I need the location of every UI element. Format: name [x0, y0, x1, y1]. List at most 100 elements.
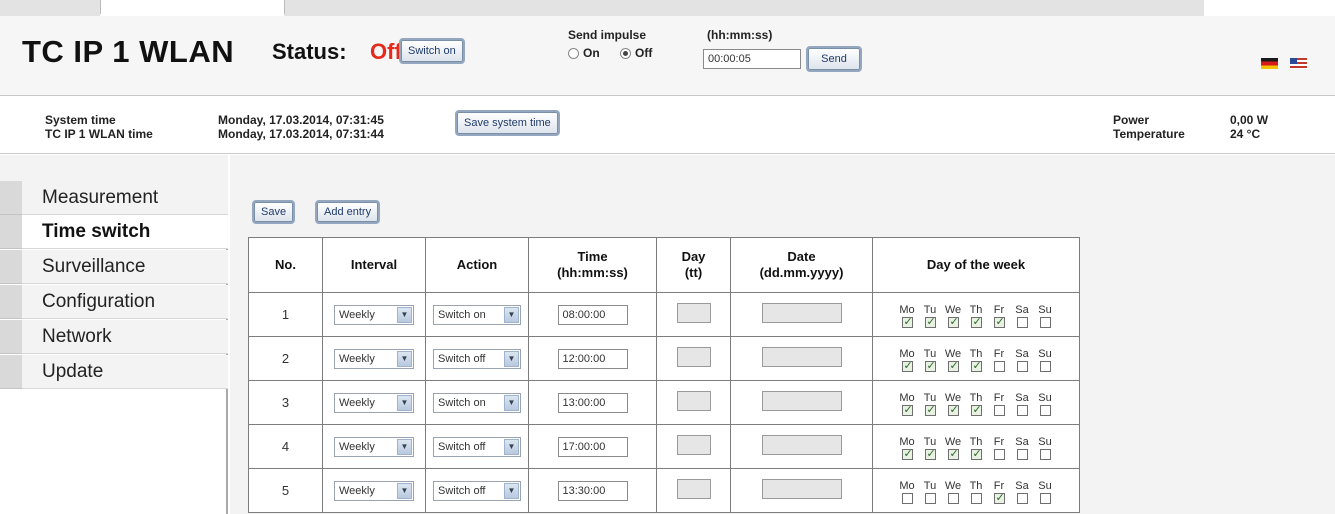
sidebar-item-measurement[interactable]: Measurement: [22, 181, 228, 215]
cell-no: 5: [248, 468, 323, 513]
weekday-checkbox[interactable]: [993, 315, 1005, 328]
day-input[interactable]: [676, 391, 711, 411]
date-input[interactable]: [761, 479, 842, 499]
chevron-down-icon[interactable]: ▼: [397, 394, 412, 411]
send-button[interactable]: Send: [806, 46, 862, 72]
cell-no: 3: [248, 380, 323, 425]
temperature-label: Temperature: [1113, 127, 1185, 141]
chevron-down-icon[interactable]: ▼: [504, 306, 519, 323]
weekday-checkbox[interactable]: [1039, 449, 1051, 460]
interval-select[interactable]: Weekly ▼: [334, 480, 414, 501]
date-input[interactable]: [761, 435, 842, 455]
day-input[interactable]: [676, 435, 711, 455]
weekday-checkbox[interactable]: [924, 493, 936, 504]
radio-checked-icon[interactable]: [620, 47, 631, 59]
weekday-checkbox[interactable]: [993, 491, 1005, 504]
weekday-checkbox[interactable]: [1016, 449, 1028, 460]
weekday-checkbox[interactable]: [947, 447, 959, 460]
weekday-checkbox[interactable]: [1016, 361, 1028, 372]
interval-select[interactable]: Weekly ▼: [334, 436, 414, 457]
chevron-down-icon[interactable]: ▼: [504, 350, 519, 367]
time-input[interactable]: 13:00:00: [557, 392, 628, 413]
time-input[interactable]: 17:00:00: [557, 436, 628, 457]
weekday-checkbox[interactable]: [993, 361, 1005, 372]
action-select[interactable]: Switch off ▼: [433, 480, 521, 501]
weekday-checkbox[interactable]: [901, 447, 913, 460]
weekday-checkbox[interactable]: [1016, 405, 1028, 416]
add-entry-button[interactable]: Add entry: [314, 200, 381, 224]
date-input[interactable]: [761, 391, 842, 411]
chevron-down-icon[interactable]: ▼: [397, 350, 412, 367]
weekday-label: Mo: [899, 480, 915, 492]
weekday-checkbox[interactable]: [947, 359, 959, 372]
cell-day: [656, 424, 731, 469]
interval-select[interactable]: Weekly ▼: [334, 392, 414, 413]
weekday-label: Tu: [923, 480, 937, 492]
weekday-checkbox[interactable]: [1039, 317, 1051, 328]
impulse-on-radio[interactable]: On: [568, 46, 600, 60]
chevron-down-icon[interactable]: ▼: [504, 394, 519, 411]
cell-time: 08:00:00: [528, 292, 657, 337]
sidebar-item-network[interactable]: Network: [22, 320, 228, 354]
us-flag-icon[interactable]: [1290, 58, 1307, 69]
interval-select[interactable]: Weekly ▼: [334, 348, 414, 369]
impulse-off-radio[interactable]: Off: [620, 46, 652, 60]
weekday-checkbox[interactable]: [947, 403, 959, 416]
weekday-checkbox[interactable]: [1039, 493, 1051, 504]
interval-select[interactable]: Weekly ▼: [334, 304, 414, 325]
chevron-down-icon[interactable]: ▼: [397, 482, 412, 499]
impulse-time-input[interactable]: 00:00:05: [703, 49, 801, 69]
weekday-checkbox[interactable]: [924, 403, 936, 416]
day-input[interactable]: [676, 303, 711, 323]
chevron-down-icon[interactable]: ▼: [504, 438, 519, 455]
weekday-checkbox[interactable]: [993, 405, 1005, 416]
sidebar-item-time-switch[interactable]: Time switch: [22, 215, 228, 249]
col-header-time-line2: (hh:mm:ss): [557, 265, 628, 280]
weekday-checkbox[interactable]: [970, 447, 982, 460]
weekday-checkbox[interactable]: [901, 315, 913, 328]
weekday-checkbox[interactable]: [970, 315, 982, 328]
switch-on-button[interactable]: Switch on: [399, 38, 465, 64]
cell-time: 13:30:00: [528, 468, 657, 513]
date-input[interactable]: [761, 347, 842, 367]
radio-icon[interactable]: [568, 47, 579, 59]
action-select[interactable]: Switch on ▼: [433, 304, 521, 325]
weekday-checkbox[interactable]: [901, 403, 913, 416]
weekday-checkbox[interactable]: [901, 493, 913, 504]
action-select[interactable]: Switch off ▼: [433, 348, 521, 369]
sidebar-item-update[interactable]: Update: [22, 355, 228, 389]
sidebar-item-surveillance[interactable]: Surveillance: [22, 250, 228, 284]
weekday-checkbox[interactable]: [1039, 405, 1051, 416]
sidebar-item-configuration[interactable]: Configuration: [22, 285, 228, 319]
chevron-down-icon[interactable]: ▼: [504, 482, 519, 499]
action-select[interactable]: Switch on ▼: [433, 392, 521, 413]
weekday-checkbox[interactable]: [1016, 493, 1028, 504]
device-title: TC IP 1 WLAN: [22, 34, 235, 69]
save-button[interactable]: Save: [251, 200, 296, 224]
weekday-checkbox[interactable]: [970, 359, 982, 372]
time-input[interactable]: 12:00:00: [557, 348, 628, 369]
day-input[interactable]: [676, 347, 711, 367]
chevron-down-icon[interactable]: ▼: [397, 438, 412, 455]
weekday-checkbox[interactable]: [901, 359, 913, 372]
weekday-checkbox[interactable]: [924, 447, 936, 460]
weekday-checkbox[interactable]: [924, 359, 936, 372]
cell-date: [730, 336, 873, 381]
weekday-checkbox[interactable]: [1039, 361, 1051, 372]
weekday-checkbox[interactable]: [993, 449, 1005, 460]
weekday-checkbox[interactable]: [947, 315, 959, 328]
weekday-checkbox[interactable]: [1016, 317, 1028, 328]
weekday-checkbox[interactable]: [947, 493, 959, 504]
save-system-time-button[interactable]: Save system time: [455, 110, 560, 136]
time-input[interactable]: 08:00:00: [557, 304, 628, 325]
weekday-checkbox[interactable]: [970, 403, 982, 416]
chevron-down-icon[interactable]: ▼: [397, 306, 412, 323]
date-input[interactable]: [761, 303, 842, 323]
weekday-checkbox[interactable]: [924, 315, 936, 328]
time-input[interactable]: 13:30:00: [557, 480, 628, 501]
german-flag-icon[interactable]: [1261, 58, 1278, 69]
weekday-checkbox[interactable]: [970, 493, 982, 504]
col-header-time-line1: Time: [577, 249, 608, 264]
action-select[interactable]: Switch off ▼: [433, 436, 521, 457]
day-input[interactable]: [676, 479, 711, 499]
